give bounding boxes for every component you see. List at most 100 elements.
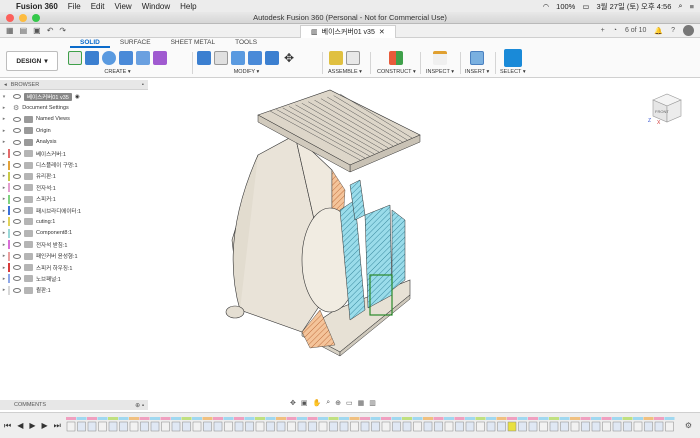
visibility-eye-icon[interactable] bbox=[13, 116, 21, 122]
select-menu[interactable]: SELECT ▾ bbox=[500, 69, 526, 75]
redo-icon[interactable]: ↷ bbox=[59, 26, 66, 35]
visibility-eye-icon[interactable] bbox=[13, 287, 21, 293]
revolve-icon[interactable] bbox=[102, 51, 116, 65]
workspace-switcher[interactable]: DESIGN ▾ bbox=[6, 51, 58, 71]
expand-arrow-icon[interactable]: ▸ bbox=[0, 116, 8, 122]
browser-item[interactable]: ▸ Named Views bbox=[0, 114, 160, 125]
timeline-settings-icon[interactable]: ⚙ bbox=[685, 421, 692, 430]
expand-arrow-icon[interactable]: ▸ bbox=[0, 128, 8, 134]
go-to-end-icon[interactable]: ⏭ bbox=[54, 421, 61, 431]
press-pull-icon[interactable] bbox=[197, 51, 211, 65]
extrude-icon[interactable] bbox=[85, 51, 99, 65]
visibility-eye-icon[interactable] bbox=[13, 276, 21, 282]
move-icon[interactable]: ✥ bbox=[282, 51, 296, 65]
browser-item[interactable]: ▸ 전자석 받침:1 bbox=[0, 239, 160, 250]
visibility-eye-icon[interactable] bbox=[13, 196, 21, 202]
expand-arrow-icon[interactable]: ▸ bbox=[0, 287, 8, 293]
expand-arrow-icon[interactable]: ▸ bbox=[0, 276, 8, 282]
shell-icon[interactable] bbox=[248, 51, 262, 65]
assemble-menu[interactable]: ASSEMBLE ▾ bbox=[328, 69, 362, 75]
browser-item[interactable]: ▸ Analysis bbox=[0, 137, 160, 148]
create-menu[interactable]: CREATE ▾ bbox=[104, 69, 130, 75]
visibility-eye-icon[interactable] bbox=[13, 94, 21, 100]
expand-arrow-icon[interactable]: ▸ bbox=[0, 208, 8, 214]
expand-arrow-icon[interactable]: ▸ bbox=[0, 173, 8, 179]
browser-item[interactable]: ▸ 스피커 하우징:1 bbox=[0, 262, 160, 273]
expand-arrow-icon[interactable]: ▸ bbox=[0, 162, 8, 168]
collapse-icon[interactable]: ◂ bbox=[4, 82, 7, 88]
browser-item[interactable]: ▸ 유리판:1 bbox=[0, 171, 160, 182]
browser-item[interactable]: ▸ cuting:1 bbox=[0, 216, 160, 227]
data-panel-icon[interactable]: ▦ bbox=[6, 26, 14, 35]
menu-window[interactable]: Window bbox=[142, 2, 170, 11]
browser-item[interactable]: ▸ 베이스커버:1 bbox=[0, 148, 160, 159]
visibility-eye-icon[interactable] bbox=[13, 162, 21, 168]
tab-solid[interactable]: SOLID bbox=[70, 38, 110, 48]
offset-plane-icon[interactable] bbox=[389, 51, 404, 65]
visibility-eye-icon[interactable] bbox=[13, 230, 21, 236]
construct-menu[interactable]: CONSTRUCT ▾ bbox=[377, 69, 416, 75]
browser-item[interactable]: ▸ 패인커버 윤성형:1 bbox=[0, 250, 160, 261]
select-arrow-icon[interactable] bbox=[503, 49, 522, 67]
add-comment-icon[interactable]: ⊕ ▪ bbox=[135, 402, 144, 409]
app-name[interactable]: Fusion 360 bbox=[16, 2, 58, 11]
new-component-icon[interactable] bbox=[329, 51, 344, 65]
measure-icon[interactable] bbox=[433, 51, 448, 65]
step-forward-icon[interactable]: ▶ bbox=[42, 421, 48, 431]
battery-icon[interactable]: ▭ bbox=[582, 2, 589, 11]
expand-arrow-icon[interactable]: ▸ bbox=[0, 196, 8, 202]
visibility-eye-icon[interactable] bbox=[13, 151, 21, 157]
comments-panel[interactable]: COMMENTS ⊕ ▪ bbox=[0, 400, 148, 410]
pin-icon[interactable]: ▪ bbox=[142, 82, 144, 88]
search-icon[interactable]: ⌕ bbox=[678, 1, 682, 11]
save-icon[interactable]: ▣ bbox=[33, 26, 41, 35]
menu-view[interactable]: View bbox=[114, 2, 131, 11]
document-tab[interactable]: ▥ 베이스커버01 v35 ✕ bbox=[300, 25, 396, 38]
menu-edit[interactable]: Edit bbox=[91, 2, 105, 11]
canvas-viewport[interactable] bbox=[160, 80, 700, 397]
form-icon[interactable] bbox=[153, 51, 167, 65]
browser-root[interactable]: ▾ 베이스커버01 v35 ◉ bbox=[0, 91, 160, 102]
tab-sheet-metal[interactable]: SHEET METAL bbox=[161, 38, 226, 48]
expand-arrow-icon[interactable]: ▸ bbox=[0, 265, 8, 271]
visibility-eye-icon[interactable] bbox=[13, 253, 21, 259]
active-radio-icon[interactable]: ◉ bbox=[75, 94, 80, 100]
control-center-icon[interactable]: ≡ bbox=[690, 2, 694, 11]
visibility-eye-icon[interactable] bbox=[13, 139, 21, 145]
timeline-features[interactable] bbox=[66, 416, 680, 436]
modify-menu[interactable]: MODIFY ▾ bbox=[234, 69, 260, 75]
expand-arrow-icon[interactable]: ▾ bbox=[0, 94, 8, 100]
close-tab-icon[interactable]: ✕ bbox=[379, 28, 385, 36]
hole-icon[interactable] bbox=[136, 51, 150, 65]
menu-help[interactable]: Help bbox=[180, 2, 196, 11]
look-at-icon[interactable]: ▣ bbox=[301, 399, 308, 407]
expand-arrow-icon[interactable]: ▸ bbox=[0, 253, 8, 259]
create-sketch-icon[interactable] bbox=[68, 51, 82, 65]
expand-arrow-icon[interactable]: ▸ bbox=[0, 151, 8, 157]
expand-arrow-icon[interactable]: ▸ bbox=[0, 230, 8, 236]
orbit-icon[interactable]: ✥ bbox=[290, 399, 296, 407]
step-back-icon[interactable]: ◀ bbox=[17, 421, 23, 431]
visibility-eye-icon[interactable] bbox=[13, 265, 21, 271]
browser-item[interactable]: ▸ 전자석:1 bbox=[0, 182, 160, 193]
zoom-icon[interactable]: ⌕ bbox=[326, 399, 330, 407]
undo-icon[interactable]: ↶ bbox=[47, 26, 54, 35]
expand-arrow-icon[interactable]: ▸ bbox=[0, 219, 8, 225]
browser-item[interactable]: ▸ 패시브라디에이터:1 bbox=[0, 205, 160, 216]
menu-file[interactable]: File bbox=[68, 2, 81, 11]
visibility-eye-icon[interactable] bbox=[13, 219, 21, 225]
browser-item[interactable]: ▸ Component8:1 bbox=[0, 228, 160, 239]
tab-surface[interactable]: SURFACE bbox=[110, 38, 161, 48]
visibility-eye-icon[interactable] bbox=[13, 208, 21, 214]
go-to-start-icon[interactable]: ⏮ bbox=[4, 421, 11, 431]
clock[interactable]: 3월 27일 (토) 오후 4:56 bbox=[596, 1, 671, 12]
visibility-eye-icon[interactable] bbox=[13, 185, 21, 191]
combine-icon[interactable] bbox=[265, 51, 279, 65]
new-tab-icon[interactable]: + bbox=[601, 27, 605, 34]
browser-item[interactable]: ▸ 퀄판:1 bbox=[0, 285, 160, 296]
joint-icon[interactable] bbox=[346, 51, 361, 65]
view-cube[interactable]: FRONT Z X bbox=[645, 88, 687, 130]
browser-item[interactable]: ▸ 노브패널:1 bbox=[0, 273, 160, 284]
pan-icon[interactable]: ✋ bbox=[313, 399, 322, 407]
expand-arrow-icon[interactable]: ▸ bbox=[0, 242, 8, 248]
